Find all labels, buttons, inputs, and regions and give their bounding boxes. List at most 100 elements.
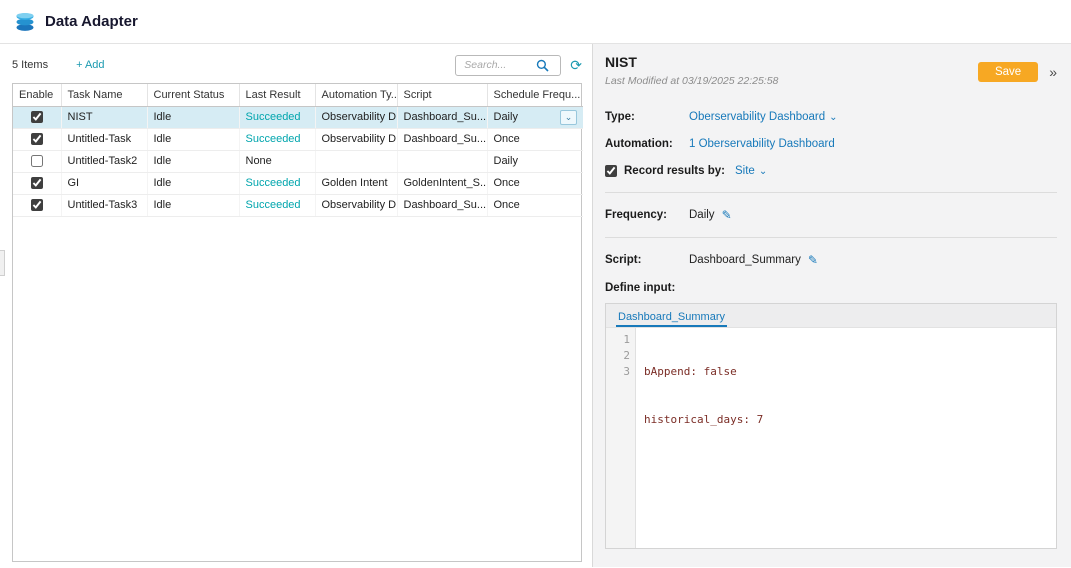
script-value: Dashboard_Summary [689,254,801,266]
detail-header: NIST Last Modified at 03/19/2025 22:25:5… [605,54,1057,87]
last-result-cell: Succeeded [239,172,315,194]
last-result-cell: None [239,150,315,172]
page-title: Data Adapter [45,13,138,30]
last-result-cell: Succeeded [239,128,315,150]
enable-checkbox[interactable] [31,155,43,167]
table-row[interactable]: NIST Idle Succeeded Observability D... D… [13,106,583,128]
task-detail-panel: NIST Last Modified at 03/19/2025 22:25:5… [592,44,1071,567]
divider [605,237,1057,238]
table-row[interactable]: Untitled-Task3 Idle Succeeded Observabil… [13,194,583,216]
refresh-icon[interactable]: ⟳ [570,58,582,72]
items-count: 5 Items [12,59,48,71]
record-results-checkbox[interactable] [605,165,617,177]
task-name-cell: Untitled-Task3 [61,194,147,216]
type-value-link[interactable]: Oberservability Dashboard [689,111,825,123]
automation-type-cell: Observability D... [315,194,397,216]
app-logo-icon [14,11,36,33]
script-label: Script: [605,254,689,266]
editor-code-area[interactable]: bAppend: false historical_days: 7 [636,328,1056,548]
add-task-button[interactable]: + Add [76,59,104,71]
script-edit-pencil-icon[interactable]: ✎ [808,253,818,267]
row-dropdown-chevron-icon[interactable]: ⌄ [560,110,577,125]
automation-type-cell: Golden Intent [315,172,397,194]
task-list-panel: 5 Items + Add ⟳ [0,44,592,567]
script-cell: GoldenIntent_S... [397,172,487,194]
type-label: Type: [605,111,689,123]
record-results-field: Record results by: Site ⌄ [605,165,1057,177]
search-input[interactable] [462,58,536,72]
script-input-editor: Dashboard_Summary 1 2 3 bAppend: false h… [605,303,1057,549]
panel-collapse-handle[interactable] [0,250,5,276]
script-cell: Dashboard_Su... [397,128,487,150]
column-header-current-status[interactable]: Current Status [147,84,239,106]
frequency-label: Frequency: [605,209,689,221]
last-result-cell: Succeeded [239,106,315,128]
column-header-script[interactable]: Script [397,84,487,106]
task-name-cell: Untitled-Task2 [61,150,147,172]
column-header-automation-type[interactable]: Automation Ty... [315,84,397,106]
editor-line-numbers: 1 2 3 [606,328,636,548]
line-number: 3 [606,364,630,380]
current-status-cell: Idle [147,128,239,150]
task-name-cell: Untitled-Task [61,128,147,150]
table-row[interactable]: GI Idle Succeeded Golden Intent GoldenIn… [13,172,583,194]
enable-checkbox[interactable] [31,177,43,189]
enable-checkbox[interactable] [31,133,43,145]
record-results-chevron-down-icon[interactable]: ⌄ [759,166,767,177]
task-name-cell: GI [61,172,147,194]
column-header-last-result[interactable]: Last Result [239,84,315,106]
schedule-frequency-cell: Once [487,194,583,216]
schedule-frequency-cell: Daily [487,150,583,172]
enable-checkbox[interactable] [31,199,43,211]
column-header-schedule-frequency[interactable]: Schedule Frequ... [487,84,583,106]
table-header-row: Enable Task Name Current Status Last Res… [13,84,583,106]
automation-type-cell: Observability D... [315,128,397,150]
detail-title: NIST [605,54,778,70]
record-results-value-link[interactable]: Site [735,165,755,177]
divider [605,192,1057,193]
automation-label: Automation: [605,138,689,150]
table-row[interactable]: Untitled-Task2 Idle None Daily [13,150,583,172]
search-icon[interactable] [536,59,549,72]
automation-field: Automation: 1 Oberservability Dashboard [605,138,1057,150]
script-field: Script: Dashboard_Summary ✎ [605,253,1057,267]
automation-type-cell [315,150,397,172]
schedule-frequency-cell: Once [487,128,583,150]
automation-value-link[interactable]: 1 Oberservability Dashboard [689,138,835,150]
type-chevron-down-icon[interactable]: ⌄ [829,112,837,123]
automation-type-cell: Observability D... [315,106,397,128]
script-cell: Dashboard_Su... [397,194,487,216]
current-status-cell: Idle [147,150,239,172]
table-row[interactable]: Untitled-Task Idle Succeeded Observabili… [13,128,583,150]
current-status-cell: Idle [147,172,239,194]
line-number: 1 [606,332,630,348]
line-number: 2 [606,348,630,364]
type-field: Type: Oberservability Dashboard ⌄ [605,111,1057,123]
frequency-edit-pencil-icon[interactable]: ✎ [722,208,732,222]
code-line[interactable]: historical_days: 7 [644,412,1056,428]
search-box[interactable] [455,55,561,76]
task-table: Enable Task Name Current Status Last Res… [12,83,582,562]
schedule-frequency-cell: Daily [494,111,518,123]
current-status-cell: Idle [147,194,239,216]
app-header: Data Adapter [0,0,1071,44]
code-line[interactable]: bAppend: false [644,364,1056,380]
define-input-label: Define input: [605,282,1057,294]
schedule-frequency-cell: Once [487,172,583,194]
last-modified-text: Last Modified at 03/19/2025 22:25:58 [605,75,778,87]
current-status-cell: Idle [147,106,239,128]
editor-body[interactable]: 1 2 3 bAppend: false historical_days: 7 [606,327,1056,548]
frequency-value: Daily [689,209,715,221]
enable-checkbox[interactable] [31,111,43,123]
column-header-enable[interactable]: Enable [13,84,61,106]
column-header-task-name[interactable]: Task Name [61,84,147,106]
task-name-cell: NIST [61,106,147,128]
frequency-field: Frequency: Daily ✎ [605,208,1057,222]
save-button[interactable]: Save [978,62,1038,82]
task-list-toolbar: 5 Items + Add ⟳ [12,53,582,77]
script-cell [397,150,487,172]
editor-tab-bar: Dashboard_Summary [606,304,1056,327]
collapse-panel-icon[interactable]: » [1049,64,1057,80]
record-results-label: Record results by: [624,165,725,177]
editor-tab[interactable]: Dashboard_Summary [616,308,727,327]
